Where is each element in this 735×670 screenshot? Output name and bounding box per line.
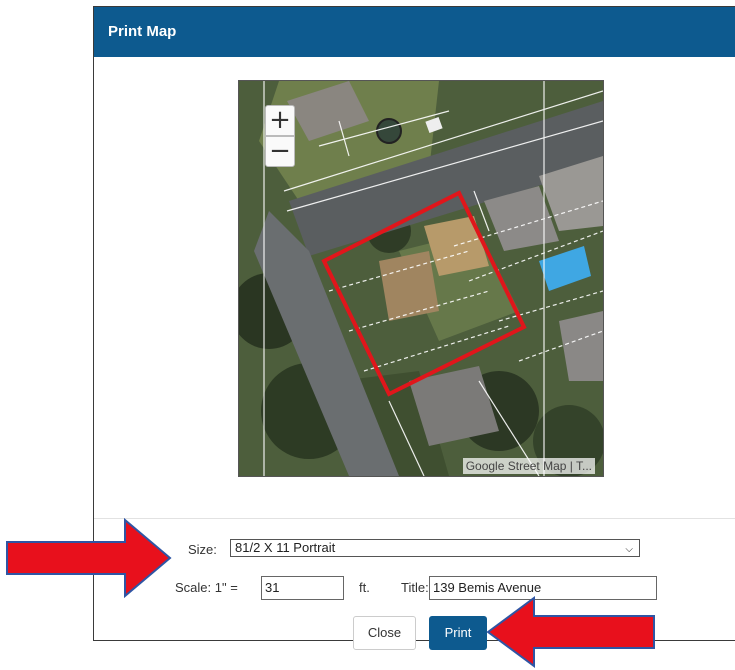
size-select-value: 81/2 X 11 Portrait [235, 540, 336, 555]
zoom-in-button[interactable]: + [265, 105, 295, 136]
chevron-down-icon: ⌵ [625, 544, 633, 555]
size-label: Size: [188, 542, 217, 557]
scale-input[interactable]: 31 [261, 576, 344, 600]
dialog-title: Print Map [108, 23, 177, 40]
footer-divider [94, 518, 735, 519]
annotation-arrow-right [6, 518, 172, 598]
scale-label: Scale: 1" = [175, 580, 238, 595]
title-label: Title: [401, 580, 429, 595]
print-map-dialog: Print Map + − Google Street Map | T... S… [93, 6, 735, 650]
scale-unit-label: ft. [359, 580, 370, 595]
map-preview[interactable]: + − Google Street Map | T... [238, 80, 604, 477]
size-select[interactable]: 81/2 X 11 Portrait ⌵ [230, 539, 640, 557]
zoom-out-button[interactable]: − [265, 136, 295, 167]
print-button[interactable]: Print [429, 616, 487, 650]
map-attribution: Google Street Map | T... [462, 458, 595, 474]
dialog-header: Print Map [94, 7, 735, 57]
close-button[interactable]: Close [353, 616, 416, 650]
annotation-arrow-left [486, 596, 655, 668]
